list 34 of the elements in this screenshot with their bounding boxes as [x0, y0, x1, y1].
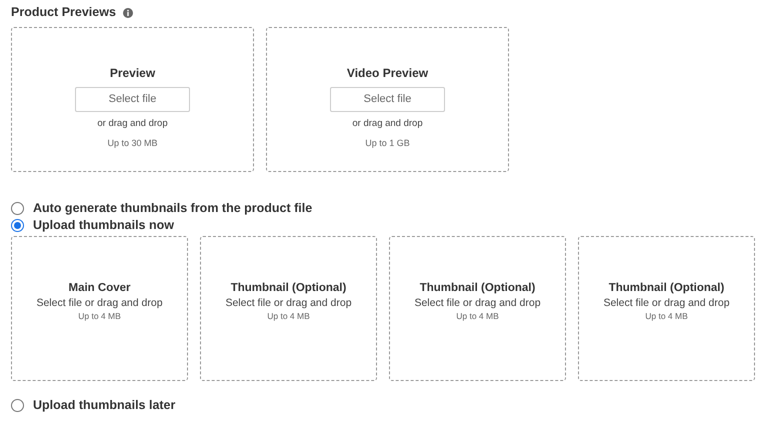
dropzone-title: Thumbnail (Optional) [608, 281, 724, 296]
dropzone-hint: Select file or drag and drop [36, 297, 163, 310]
thumbnail-dropzone[interactable]: Thumbnail (Optional) Select file or drag and drop Up to 4 MB [200, 236, 377, 381]
thumbnail-dropzone[interactable]: Thumbnail (Optional) Select file or drag and drop Up to 4 MB [578, 236, 755, 381]
size-limit: Up to 1 GB [365, 137, 410, 150]
info-icon[interactable] [122, 8, 133, 18]
dropzone-hint: Select file or drag and drop [225, 297, 352, 310]
size-limit: Up to 30 MB [107, 137, 158, 150]
radio-button[interactable] [11, 399, 24, 412]
radio-label: Upload thumbnails later [33, 397, 176, 414]
size-limit: Up to 4 MB [645, 310, 688, 324]
thumbnail-dropzone[interactable]: Main Cover Select file or drag and drop Up to 4 MB [11, 236, 188, 381]
radio-label: Auto generate thumbnails from the product file [33, 200, 312, 218]
dropzone-hint: or drag and drop [97, 117, 168, 131]
section-title: Product Previews [11, 4, 116, 22]
size-limit: Up to 4 MB [78, 310, 121, 324]
dropzone-hint: or drag and drop [352, 117, 423, 131]
select-file-button[interactable]: Select file [75, 87, 190, 112]
dropzone-title: Preview [110, 65, 156, 82]
radio-button[interactable] [11, 202, 24, 215]
dropzone-title: Thumbnail (Optional) [420, 281, 536, 296]
dropzone-hint: Select file or drag and drop [414, 297, 541, 310]
dropzone-hint: Select file or drag and drop [603, 297, 730, 310]
dropzone-title: Video Preview [346, 65, 428, 82]
upload-dropzone[interactable]: Video Preview Select file or drag and drop Up to 1 GB [266, 27, 509, 172]
dropzone-title: Thumbnail (Optional) [230, 281, 346, 296]
radio-button[interactable] [11, 219, 24, 232]
dropzone-title: Main Cover [68, 281, 130, 296]
upload-dropzone[interactable]: Preview Select file or drag and drop Up to 30 MB [11, 27, 254, 172]
thumbnail-dropzone[interactable]: Thumbnail (Optional) Select file or drag and drop Up to 4 MB [389, 236, 566, 381]
select-file-button[interactable]: Select file [330, 87, 445, 112]
size-limit: Up to 4 MB [456, 310, 499, 324]
radio-label: Upload thumbnails now [33, 217, 174, 234]
size-limit: Up to 4 MB [267, 310, 310, 324]
